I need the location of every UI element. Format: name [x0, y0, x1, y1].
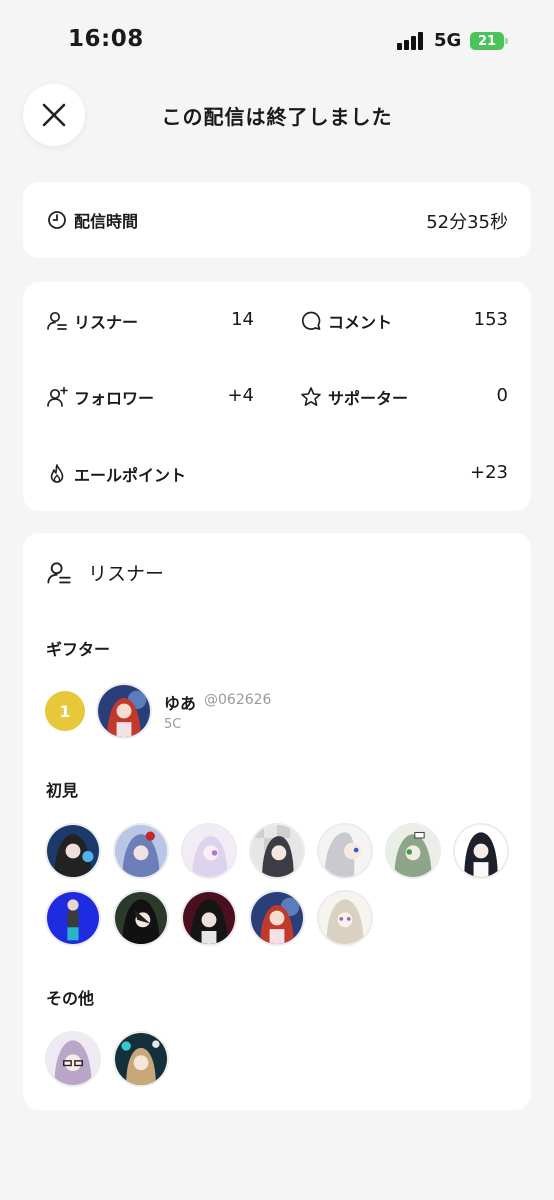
listeners-card: リスナー ギフター 1 ゆあ @062626 5C 初見 その他 — [23, 533, 531, 1110]
stat-supporters-label: サポーター — [328, 389, 409, 408]
status-bar: 16:08 5G 21 — [0, 0, 554, 70]
rank-number: 1 — [59, 701, 71, 721]
signal-icon — [397, 32, 423, 50]
clock-icon — [46, 209, 68, 231]
star-icon — [300, 386, 322, 408]
gifters-title: ギフター — [46, 640, 111, 659]
gifter-coins: 5C — [164, 717, 182, 732]
stat-followers-value: +4 — [227, 385, 254, 406]
battery-level: 21 — [477, 33, 497, 49]
stat-yell-points: エールポイント — [46, 462, 186, 486]
first-time-avatar[interactable] — [249, 890, 305, 946]
stat-comments-value: 153 — [473, 309, 508, 330]
listener-icon — [46, 560, 72, 586]
listeners-header: リスナー — [46, 559, 164, 586]
stat-followers-label: フォロワー — [74, 389, 155, 408]
page-title: この配信は終了しました — [161, 105, 393, 129]
listener-icon — [46, 310, 68, 332]
first-time-avatar[interactable] — [113, 823, 169, 879]
first-time-avatar[interactable] — [181, 823, 237, 879]
flame-icon — [46, 463, 68, 485]
duration-row: 配信時間 — [46, 208, 138, 232]
other-avatar[interactable] — [45, 1031, 101, 1087]
stat-comments-label: コメント — [328, 313, 393, 332]
network-type: 5G — [434, 30, 462, 51]
stat-listeners-label: リスナー — [74, 313, 139, 332]
stat-supporters: サポーター — [300, 385, 408, 409]
stat-listeners: リスナー — [46, 309, 138, 333]
first-time-avatar[interactable] — [45, 823, 101, 879]
stat-followers: フォロワー — [46, 385, 154, 409]
follow-add-icon — [46, 386, 68, 408]
comment-icon — [300, 310, 322, 332]
stats-card: リスナー 14 コメント 153 フォロワー +4 サポーター 0 エールポイン… — [23, 282, 531, 511]
first-time-avatar[interactable] — [385, 823, 441, 879]
first-time-avatar[interactable] — [317, 890, 373, 946]
stat-supporters-value: 0 — [496, 385, 508, 406]
first-time-avatar[interactable] — [113, 890, 169, 946]
gifter-name[interactable]: ゆあ — [164, 690, 196, 714]
first-time-avatar[interactable] — [181, 890, 237, 946]
gifter-handle: @062626 — [204, 692, 272, 708]
battery-icon: 21 — [470, 32, 504, 50]
first-time-title: 初見 — [46, 781, 79, 800]
first-time-avatar[interactable] — [317, 823, 373, 879]
stat-yell-points-label: エールポイント — [74, 466, 187, 485]
first-time-avatar[interactable] — [453, 823, 509, 879]
other-avatar[interactable] — [113, 1031, 169, 1087]
stat-comments: コメント — [300, 309, 392, 333]
duration-label: 配信時間 — [74, 212, 139, 231]
duration-card: 配信時間 52分35秒 — [23, 182, 531, 258]
first-time-avatar[interactable] — [249, 823, 305, 879]
duration-value: 52分35秒 — [426, 212, 508, 233]
listeners-title: リスナー — [88, 563, 165, 585]
others-title: その他 — [46, 989, 95, 1008]
stat-listeners-value: 14 — [231, 309, 254, 330]
status-time: 16:08 — [68, 26, 144, 52]
gifter-avatar[interactable] — [96, 683, 152, 739]
stat-yell-points-value: +23 — [470, 462, 508, 483]
first-time-avatar[interactable] — [45, 890, 101, 946]
rank-badge: 1 — [45, 691, 85, 731]
battery-tip — [505, 38, 508, 44]
